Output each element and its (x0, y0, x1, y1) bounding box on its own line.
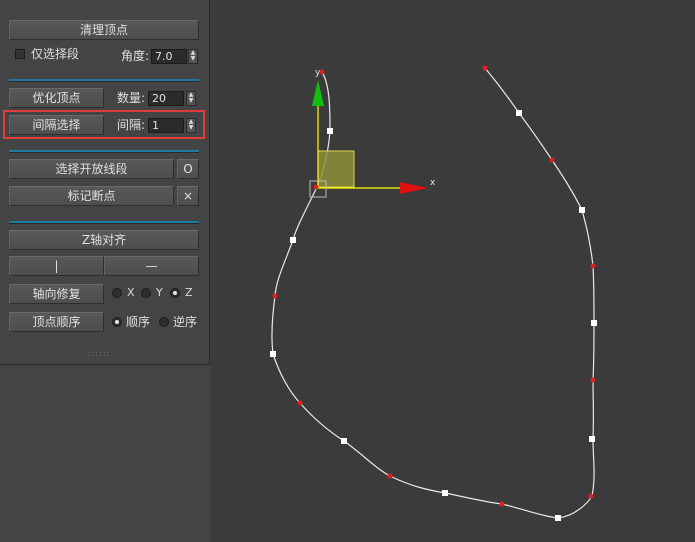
axis-y-radio[interactable] (141, 288, 151, 298)
count-spinner-arrows[interactable]: ▲ ▼ (186, 91, 196, 106)
x-button[interactable]: × (177, 186, 199, 206)
spline-knot[interactable] (588, 493, 594, 499)
select-open-segments-button[interactable]: 选择开放线段 (9, 159, 174, 179)
axis-x-label: X (127, 286, 135, 299)
order-forward-radio[interactable] (112, 317, 122, 327)
viewport-canvas[interactable]: x y (216, 0, 695, 542)
order-reverse-label: 逆序 (173, 315, 198, 329)
axis-repair-button[interactable]: 轴向修复 (9, 284, 104, 304)
select-segment-only-checkbox[interactable] (15, 49, 25, 59)
axis-z-label: Z (185, 286, 193, 299)
tools-panel: 清理顶点 仅选择段 角度: 7.0 ▲ ▼ 优化顶点 数量: 20 ▲ ▼ 间隔选择… (0, 0, 210, 365)
spline-vertex[interactable] (589, 436, 595, 442)
separator (9, 79, 199, 82)
z-align-button[interactable]: Z轴对齐 (9, 230, 199, 250)
vertical-align-button[interactable]: | (9, 256, 104, 276)
select-segment-only-label: 仅选择段 (31, 47, 80, 61)
axis-z-radio[interactable] (170, 288, 180, 298)
spline-vertex[interactable] (290, 237, 296, 243)
order-forward-label: 顺序 (126, 315, 151, 329)
gizmo-y-arrow[interactable] (312, 80, 324, 106)
viewport[interactable]: x y (216, 0, 695, 542)
panel-grip-handle[interactable]: :::::: (88, 349, 110, 358)
spline-knots[interactable] (272, 65, 596, 507)
spline-shape-main[interactable] (271, 67, 595, 519)
gizmo-xy-plane[interactable] (317, 150, 355, 188)
spline-knot[interactable] (549, 157, 555, 163)
separator (9, 150, 199, 153)
order-reverse-radio[interactable] (159, 317, 169, 327)
count-input[interactable]: 20 (148, 91, 184, 106)
spline-knot[interactable] (319, 69, 325, 75)
spline-knot[interactable] (297, 400, 303, 406)
spline-knot[interactable] (590, 263, 596, 269)
spline-vertex[interactable] (270, 351, 276, 357)
spline-knot[interactable] (482, 65, 488, 71)
axis-y-label: Y (156, 286, 163, 299)
separator (9, 221, 199, 224)
mark-breakpoints-button[interactable]: 标记断点 (9, 186, 174, 206)
spline-knot[interactable] (313, 184, 319, 190)
interval-input[interactable]: 1 (148, 118, 184, 133)
spline-vertex[interactable] (341, 438, 347, 444)
spline-vertex[interactable] (327, 128, 333, 134)
optimize-vertices-button[interactable]: 优化顶点 (9, 88, 104, 108)
gizmo-x-label: x (430, 178, 436, 188)
angle-input[interactable]: 7.0 (151, 49, 187, 64)
axis-x-radio[interactable] (112, 288, 122, 298)
vertex-order-button[interactable]: 顶点顺序 (9, 312, 104, 332)
spline-knot[interactable] (387, 473, 393, 479)
spline-knot[interactable] (590, 377, 596, 383)
angle-spinner-arrows[interactable]: ▲ ▼ (188, 49, 198, 64)
angle-label: 角度: (121, 49, 150, 63)
clean-vertices-button[interactable]: 清理顶点 (9, 20, 199, 40)
interval-label: 间隔: (117, 118, 146, 132)
spline-knot[interactable] (272, 293, 278, 299)
count-label: 数量: (117, 91, 146, 105)
horizontal-align-button[interactable]: — (104, 256, 199, 276)
interval-select-button[interactable]: 间隔选择 (9, 115, 104, 135)
spline-vertex[interactable] (555, 515, 561, 521)
spline-knot[interactable] (499, 501, 505, 507)
gizmo-x-arrow[interactable] (400, 182, 428, 194)
spline-vertex[interactable] (516, 110, 522, 116)
spline-vertex[interactable] (442, 490, 448, 496)
o-button[interactable]: O (177, 159, 199, 179)
spline-vertex[interactable] (591, 320, 597, 326)
spline-vertex[interactable] (579, 207, 585, 213)
interval-spinner-arrows[interactable]: ▲ ▼ (186, 118, 196, 133)
